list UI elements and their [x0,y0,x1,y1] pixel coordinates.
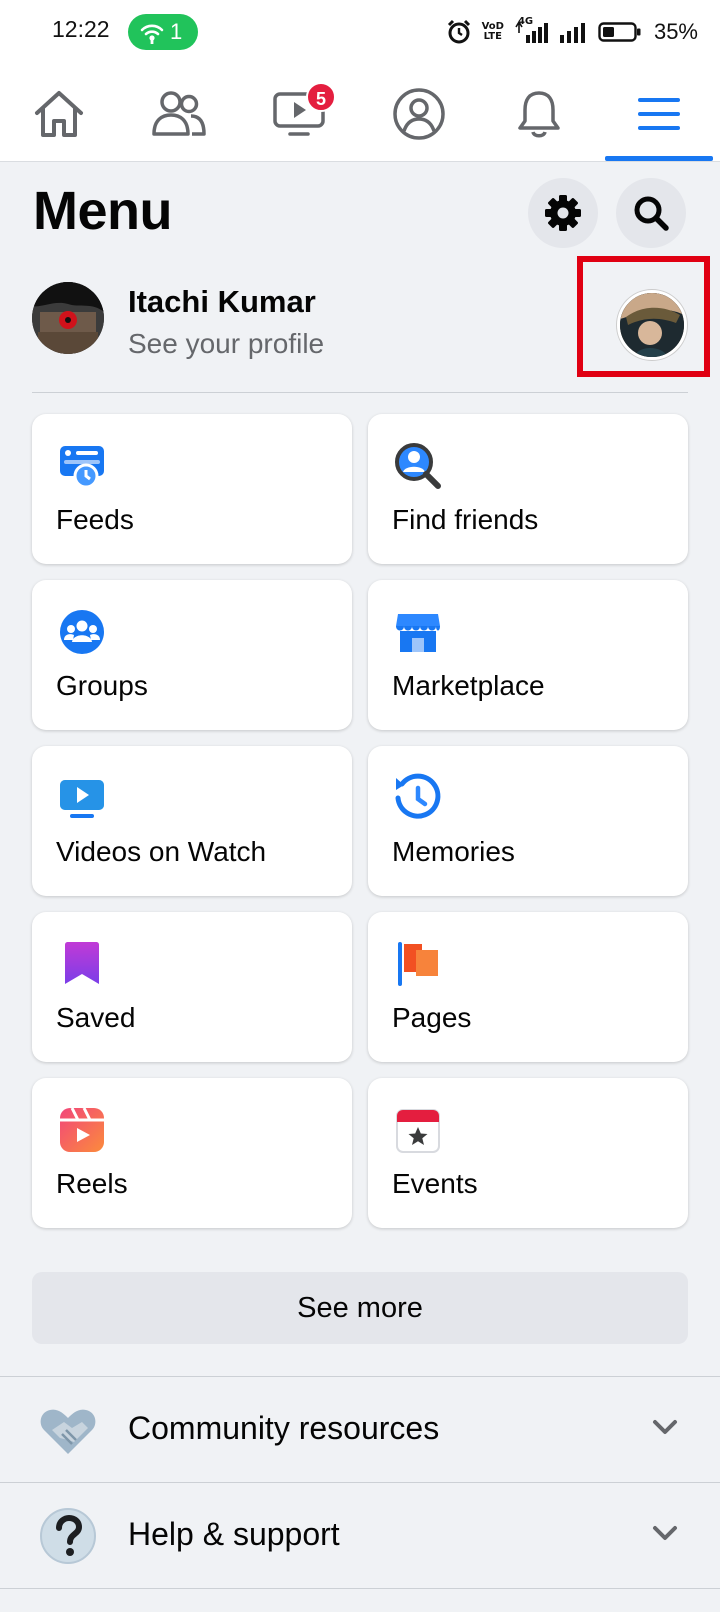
divider [32,392,688,393]
chevron-down-icon [653,1420,677,1434]
tab-menu[interactable] [600,66,718,162]
shortcut-label: Videos on Watch [56,836,267,867]
active-tab-indicator [605,156,713,161]
search-icon [634,196,669,231]
shortcut-label: Saved [56,1002,136,1033]
signal-icon [558,19,588,45]
handshake-icon [40,1409,96,1454]
hotspot-icon [140,24,164,44]
shortcut-feeds[interactable]: Feeds [32,414,352,564]
shortcut-saved[interactable]: Saved [32,912,352,1062]
saved-icon [65,942,99,984]
hotspot-indicator[interactable]: 1 [128,14,198,50]
section-label: Community resources [128,1410,440,1446]
shortcut-label: Memories [392,836,515,867]
battery-icon [598,20,642,44]
shortcut-label: Find friends [392,504,539,535]
friends-icon [152,91,206,136]
shortcut-label: Reels [56,1168,128,1199]
find-friends-icon [395,443,441,489]
watch-badge: 5 [306,82,336,112]
profile-subtitle: See your profile [128,328,325,359]
battery-percent: 35% [653,19,698,44]
hamburger-icon [638,98,680,130]
alarm-icon [446,19,472,45]
profile-name: Itachi Kumar [128,284,316,319]
home-icon [35,91,83,137]
tab-friends[interactable] [120,66,238,162]
status-time: 12:22 [52,16,110,42]
tab-notifications[interactable] [480,66,598,162]
section-help-support[interactable]: Help & support [0,1484,720,1588]
tab-profile[interactable] [360,66,478,162]
avatar [32,282,104,354]
signal-label: 4G [517,16,534,27]
network-label-bottom: LTE [483,31,502,42]
section-divider [0,1482,720,1483]
status-bar: 12:22 1 VoD LTE 4G 35% [0,0,720,66]
shortcut-memories[interactable]: Memories [368,746,688,896]
tab-watch[interactable]: 5 [240,66,358,162]
page-title: Menu [33,181,173,241]
shortcut-pages[interactable]: Pages [368,912,688,1062]
shortcut-reels[interactable]: Reels [32,1078,352,1228]
shortcut-find-friends[interactable]: Find friends [368,414,688,564]
gear-icon [545,195,581,231]
top-navigation: 5 [0,66,720,162]
reels-icon [60,1107,104,1152]
shortcut-marketplace[interactable]: Marketplace [368,580,688,730]
marketplace-icon [396,614,440,652]
search-button[interactable] [616,178,686,248]
hotspot-count: 1 [170,19,183,44]
events-icon [396,1109,440,1153]
bell-icon [518,91,560,138]
section-divider [0,1588,720,1589]
shortcut-label: Events [392,1168,478,1199]
shortcut-groups[interactable]: Groups [32,580,352,730]
shortcut-label: Pages [392,1002,472,1033]
section-label: Help & support [128,1516,340,1552]
volte-icon: VoD LTE [482,22,504,42]
switch-account-avatar[interactable] [617,290,687,360]
shortcut-label: Feeds [56,504,134,535]
settings-button[interactable] [528,178,598,248]
memories-icon [395,773,441,819]
pages-flag-icon [398,942,438,986]
video-icon [60,780,104,818]
question-icon [40,1508,96,1564]
see-more-button[interactable]: See more [32,1272,688,1344]
shortcut-label: Marketplace [392,670,545,701]
signal-4g-icon: 4G [514,16,548,45]
shortcut-videos-on-watch[interactable]: Videos on Watch [32,746,352,896]
tab-home[interactable] [0,66,118,162]
section-divider [0,1376,720,1377]
profile-icon [393,88,445,140]
chevron-down-icon [653,1526,677,1540]
feeds-icon [60,446,104,489]
groups-icon [60,610,104,654]
shortcut-events[interactable]: Events [368,1078,688,1228]
shortcut-label: Groups [56,670,148,701]
section-community-resources[interactable]: Community resources [0,1378,720,1482]
status-icons: VoD LTE 4G 35% [446,14,698,50]
